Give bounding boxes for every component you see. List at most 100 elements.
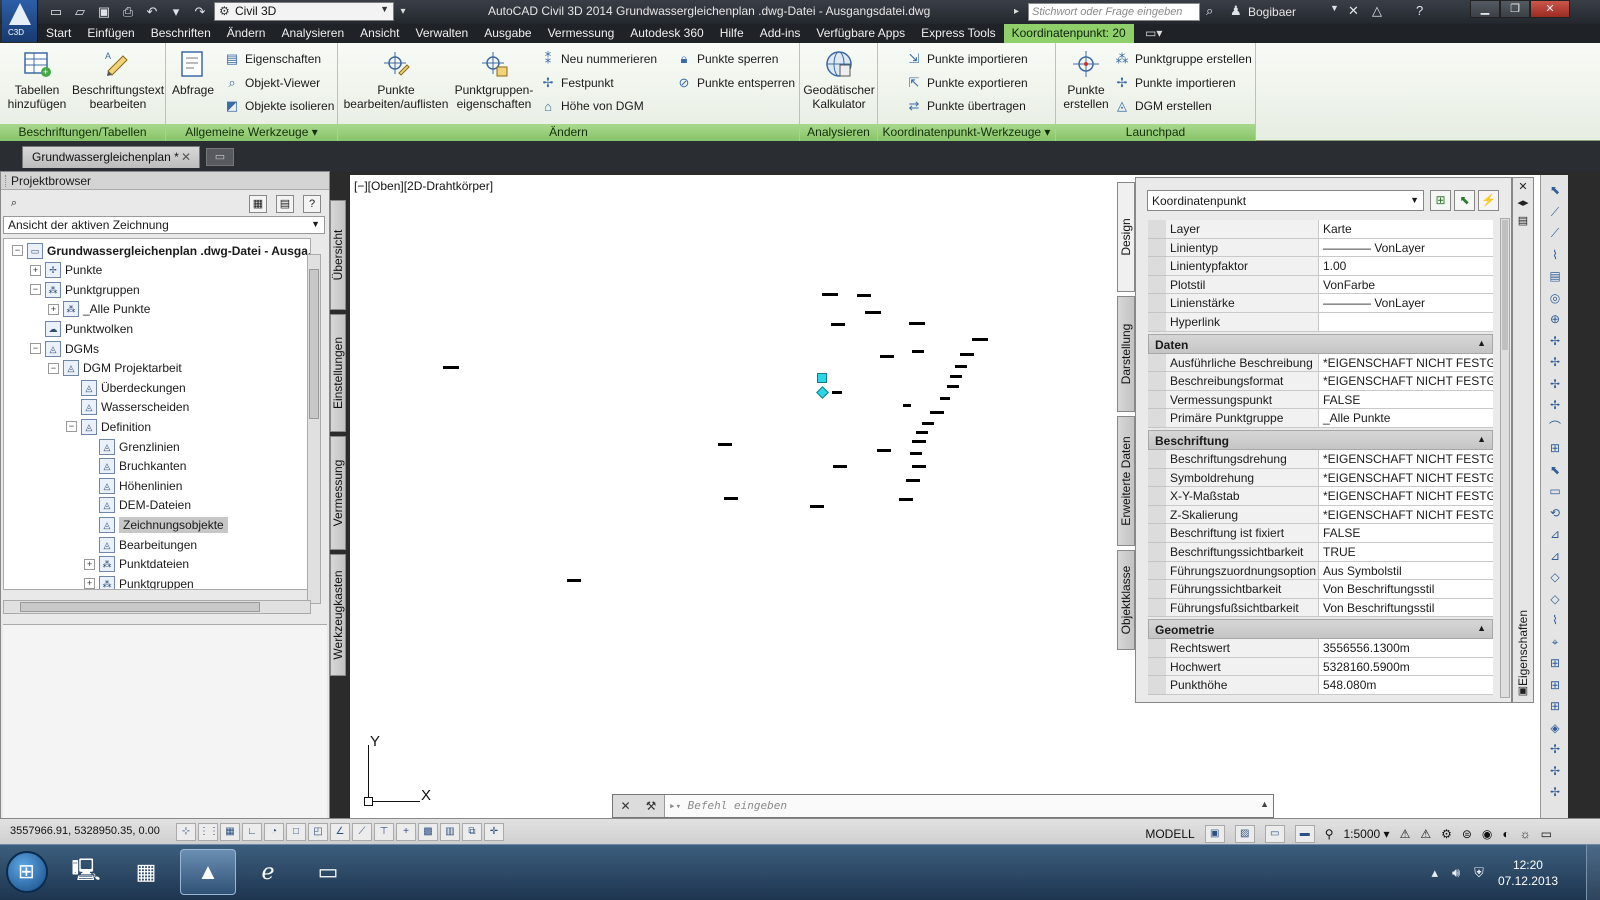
tab-hilfe[interactable]: Hilfe <box>712 24 752 43</box>
property-value[interactable]: Von Beschriftungsstil <box>1319 580 1493 599</box>
clock[interactable]: 12:20 07.12.2013 <box>1498 857 1558 889</box>
palette-menu-icon[interactable]: ▤ <box>1516 214 1530 228</box>
selection-grip[interactable] <box>816 386 829 399</box>
cogo-point-marker[interactable] <box>922 422 934 425</box>
civil-tool-icon[interactable]: ⬉ <box>1546 461 1564 479</box>
property-row[interactable]: Führungsfußsichtbarkeit Von Beschriftungs… <box>1148 598 1493 618</box>
lineweight-icon[interactable]: + <box>396 823 416 841</box>
civil-tool-icon[interactable]: ⌇ <box>1546 611 1564 629</box>
application-menu-button[interactable]: C3D <box>2 0 38 42</box>
tree-horizontal-scrollbar[interactable] <box>3 600 311 614</box>
object-type-select[interactable]: Koordinatenpunkt ▼ <box>1147 190 1424 211</box>
ortho-mode-icon[interactable]: ∟ <box>242 823 262 841</box>
cogo-point-marker[interactable] <box>912 440 926 443</box>
folder-icon[interactable]: ▭ <box>300 849 356 895</box>
civil-tool-icon[interactable]: ◇ <box>1546 590 1564 608</box>
cogo-point-marker[interactable] <box>857 294 871 297</box>
property-row[interactable]: Punkthöhe 548.080m <box>1148 676 1493 696</box>
autohide-icon[interactable]: ◂▸ <box>1516 196 1530 210</box>
festpunkt-button[interactable]: ✢ Festpunkt <box>540 73 614 93</box>
tree-item[interactable]: ☁ Punktwolken <box>30 319 133 338</box>
beschriftungstext-bearbeiten-button[interactable]: A Beschriftungstext bearbeiten <box>72 49 164 111</box>
cogo-point-marker[interactable] <box>833 465 847 468</box>
expand-icon[interactable]: + <box>84 578 95 589</box>
punkte-uebertragen-button[interactable]: ⇄ Punkte übertragen <box>906 96 1026 116</box>
property-row[interactable]: Symboldrehung*EIGENSCHAFT NICHT FESTGE..… <box>1148 468 1493 488</box>
tab-objektklasse[interactable]: Objektklasse <box>1117 550 1135 650</box>
tree-item[interactable]: + ⁂ _Alle Punkte <box>48 300 150 319</box>
infocenter-collapse-icon[interactable]: ▸ <box>1014 3 1026 21</box>
tree-item[interactable]: − ⁂ Punktgruppen <box>30 280 140 299</box>
tree-item[interactable]: ◬ DEM-Dateien <box>84 496 191 515</box>
civil-tool-icon[interactable]: ✢ <box>1546 353 1564 371</box>
property-value[interactable]: *EIGENSCHAFT NICHT FESTGE... <box>1319 487 1493 506</box>
tab-uebersicht[interactable]: Übersicht <box>330 200 346 310</box>
expand-icon[interactable]: + <box>30 264 41 276</box>
property-value[interactable]: *EIGENSCHAFT NICHT FESTGE... <box>1319 449 1493 469</box>
tab-ansicht[interactable]: Ansicht <box>352 24 407 43</box>
hardware-acceleration-icon[interactable]: ◉ <box>1482 827 1492 841</box>
cogo-point-marker[interactable] <box>567 579 581 582</box>
cogo-point-marker[interactable] <box>865 311 881 314</box>
collapse-section-icon[interactable]: ▲ <box>1477 338 1486 348</box>
tree-item[interactable]: + ⁂ Punktgruppen <box>84 574 194 589</box>
snap-mode-icon[interactable]: ⋮⋮ <box>198 823 219 841</box>
property-value[interactable]: FALSE <box>1319 390 1493 410</box>
property-row[interactable]: Beschreibungsformat *EIGENSCHAFT NICHT FE… <box>1148 372 1493 391</box>
3d-object-snap-icon[interactable]: ◰ <box>308 823 328 841</box>
property-row[interactable]: Plotstil VonFarbe <box>1148 275 1493 295</box>
cogo-point-marker[interactable] <box>906 479 920 482</box>
civil-tool-icon[interactable]: ⊞ <box>1546 676 1564 694</box>
cogo-point-marker[interactable] <box>940 397 950 400</box>
property-row[interactable]: Führungssichtbarkeit Von Beschriftungssti… <box>1148 580 1493 599</box>
civil-tool-icon[interactable]: ⌖ <box>1546 633 1564 651</box>
expand-icon[interactable]: + <box>48 303 59 315</box>
property-value[interactable] <box>1319 312 1493 332</box>
property-row[interactable]: Layer Karte <box>1148 220 1493 239</box>
objekt-viewer-button[interactable]: ⌕ Objekt-Viewer <box>224 73 320 93</box>
cogo-point-marker[interactable] <box>877 449 891 452</box>
property-value[interactable]: *EIGENSCHAFT NICHT FESTGE... <box>1319 353 1493 373</box>
tree-vertical-scrollbar[interactable] <box>307 254 321 604</box>
punktgruppe-erstellen-button[interactable]: ⁂ Punktgruppe erstellen <box>1114 49 1252 69</box>
collapse-icon[interactable]: − <box>66 421 77 433</box>
punkte-exportieren-button[interactable]: ⇱ Punkte exportieren <box>906 73 1028 93</box>
annotation-visibility-icon[interactable]: ⚠ <box>1400 827 1411 841</box>
tab-aendern[interactable]: Ändern <box>219 24 274 43</box>
model-space-button[interactable]: MODELL <box>1145 827 1194 841</box>
annotation-scale-icon[interactable]: ⚲ <box>1325 827 1334 841</box>
property-value[interactable]: VonFarbe <box>1319 275 1493 295</box>
tab-verfuegbare-apps[interactable]: Verfügbare Apps <box>808 24 913 43</box>
show-desktop-button[interactable] <box>1586 845 1600 900</box>
punktgruppen-eigenschaften-button[interactable]: Punktgruppen- eigenschaften <box>450 49 538 111</box>
property-row[interactable]: Hochwert 5328160.5900m <box>1148 657 1493 677</box>
civil-tool-icon[interactable]: ✢ <box>1546 396 1564 414</box>
civil-tool-icon[interactable]: ⊞ <box>1546 654 1564 672</box>
tab-express-tools[interactable]: Express Tools <box>913 24 1003 43</box>
help-icon[interactable]: ? <box>1416 3 1423 21</box>
tab-beschriften[interactable]: Beschriften <box>143 24 219 43</box>
help-search-input[interactable]: Stichwort oder Frage eingeben <box>1028 3 1200 21</box>
cogo-point-marker[interactable] <box>950 375 962 378</box>
close-button[interactable]: ✕ <box>1530 0 1570 18</box>
property-value[interactable]: FALSE <box>1319 524 1493 543</box>
tree-item[interactable]: ◬ Bruchkanten <box>84 457 186 476</box>
tree-item[interactable]: − ◬ DGM Projektarbeit <box>48 359 182 378</box>
property-value[interactable]: 3556556.1300m <box>1319 639 1493 658</box>
tab-analysieren[interactable]: Analysieren <box>273 24 352 43</box>
tab-darstellung[interactable]: Darstellung <box>1117 296 1135 412</box>
isolate-objects-icon[interactable]: ◐ <box>1502 827 1509 841</box>
tab-add-ins[interactable]: Add-ins <box>752 24 809 43</box>
property-value[interactable]: Von Beschriftungsstil <box>1319 598 1493 618</box>
property-section-header[interactable]: Beschriftung ▲ <box>1148 429 1493 450</box>
tree-item[interactable]: + ✢ Punkte <box>30 261 102 280</box>
property-row[interactable]: Linientyp ———— VonLayer <box>1148 238 1493 258</box>
launchpad-punkte-importieren-button[interactable]: ✢ Punkte importieren <box>1114 73 1236 93</box>
civil-tool-icon[interactable]: ⌒ <box>1546 418 1564 436</box>
property-value[interactable]: *EIGENSCHAFT NICHT FESTGE... <box>1319 505 1493 525</box>
property-value[interactable]: TRUE <box>1319 542 1493 562</box>
close-palette-icon[interactable]: ✕ <box>1516 180 1530 194</box>
tab-werkzeugkasten[interactable]: Werkzeugkasten <box>330 554 346 676</box>
collapse-icon[interactable]: − <box>30 343 41 354</box>
cogo-point-marker[interactable] <box>955 365 967 368</box>
